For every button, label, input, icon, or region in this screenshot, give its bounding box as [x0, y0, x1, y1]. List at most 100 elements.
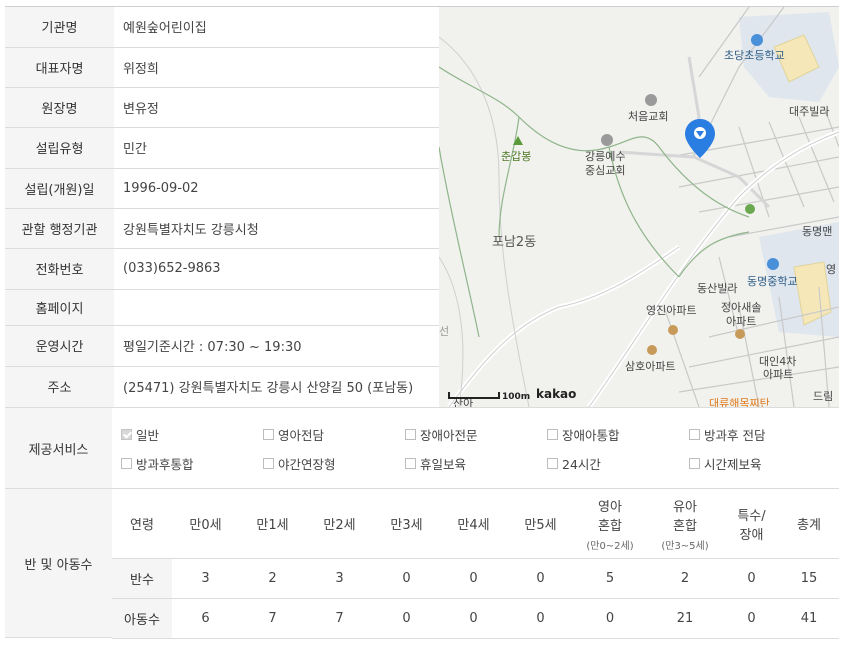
cell: 0: [373, 558, 440, 599]
cell: 7: [306, 598, 373, 639]
services-label: 제공서비스: [5, 408, 112, 489]
col-header: 특수/장애: [724, 489, 779, 559]
checkbox[interactable]: [263, 458, 274, 469]
map-label: 동명맨: [802, 225, 832, 238]
map-label: 선: [439, 325, 449, 338]
checkbox[interactable]: [121, 458, 132, 469]
cell: 0: [440, 598, 507, 639]
service-24h[interactable]: 24시간: [547, 454, 601, 473]
service-afterschool-integrated[interactable]: 방과후통합: [121, 454, 194, 473]
services-list: 일반 영아전담 장애아전문 장애아통합 방과후 전담 방과후통합 야간연장형 휴…: [112, 408, 839, 489]
homepage-link[interactable]: [114, 289, 439, 326]
info-row: 운영시간 평일기준시간 : 07:30 ~ 19:30: [5, 325, 439, 367]
apartment-icon: [668, 325, 678, 335]
checkbox[interactable]: [547, 458, 558, 469]
checkbox[interactable]: [405, 429, 416, 440]
cell: 2: [646, 558, 724, 599]
info-value: 예원숲어린이집: [114, 7, 439, 48]
cell: 5: [574, 558, 646, 599]
col-header: 유아 혼합 (만3~5세): [646, 489, 724, 559]
cell: 0: [507, 558, 574, 599]
col-header: 만1세: [239, 489, 306, 559]
map-label: 포남2동: [492, 235, 536, 250]
info-row: 기관명 예원숲어린이집: [5, 7, 439, 48]
checkbox[interactable]: [405, 458, 416, 469]
location-map[interactable]: 초당초등학교 처음교회 대주빌라 춘갑봉 강릉예수 중심교회 포남2동 동명맨 …: [439, 7, 839, 408]
col-header: 연령: [112, 489, 172, 559]
service-label: 장애아전문: [420, 428, 478, 443]
checkbox[interactable]: [547, 429, 558, 440]
phone-value: (033)652-9863: [114, 248, 439, 290]
info-table: 기관명 예원숲어린이집 대표자명 위정희 원장명 변유정 설립유형 민간 설립(개원)일…: [5, 7, 439, 408]
classes-header-row: 연령 만0세 만1세 만2세 만3세 만4세 만5세 영아 혼합 (만0~2세) 유…: [112, 489, 839, 559]
info-row: 전화번호 (033)652-9863: [5, 248, 439, 290]
cell: 3: [306, 558, 373, 599]
info-row: 설립(개원)일 1996-09-02: [5, 168, 439, 209]
checkbox[interactable]: [263, 429, 274, 440]
service-infant[interactable]: 영아전담: [263, 425, 324, 444]
col-header: 총계: [779, 489, 839, 559]
info-value: 강원특별자치도 강릉시청: [114, 208, 439, 249]
map-label: 영: [826, 263, 836, 276]
child-count-row: 아동수 6 7 7 0 0 0 0 21 0 41: [112, 598, 839, 639]
row-label: 반수: [112, 558, 172, 599]
service-label: 휴일보육: [420, 457, 467, 472]
service-disability-special[interactable]: 장애아전문: [405, 425, 478, 444]
cell: 0: [373, 598, 440, 639]
cell: 0: [724, 598, 779, 639]
col-header: 만4세: [440, 489, 507, 559]
service-label: 영아전담: [278, 428, 325, 443]
church-icon: [601, 134, 613, 146]
service-label: 일반: [136, 428, 160, 443]
map-label: 정아새솔: [721, 301, 761, 314]
cell: 0: [574, 598, 646, 639]
classes-table: 연령 만0세 만1세 만2세 만3세 만4세 만5세 영아 혼합 (만0~2세) 유…: [112, 489, 839, 639]
checkbox[interactable]: [689, 429, 700, 440]
map-label: 대류해목찌탄: [709, 396, 770, 407]
map-label: 동명중학교: [747, 275, 798, 288]
info-value: 평일기준시간 : 07:30 ~ 19:30: [114, 325, 439, 367]
checkbox[interactable]: [689, 458, 700, 469]
check-icon[interactable]: [121, 429, 132, 440]
service-label: 시간제보육: [704, 457, 762, 472]
class-count-row: 반수 3 2 3 0 0 0 5 2 0 15: [112, 558, 839, 599]
scale-label: 100m: [502, 392, 530, 402]
service-general[interactable]: 일반: [121, 425, 159, 444]
col-header: 만3세: [373, 489, 440, 559]
service-label: 장애아통합: [562, 428, 620, 443]
info-value: 위정희: [114, 47, 439, 88]
service-label: 방과후통합: [136, 457, 194, 472]
church-icon: [645, 94, 657, 106]
map-label: 대주빌라: [789, 105, 829, 118]
map-label: 대인4차: [759, 355, 796, 368]
info-label: 설립유형: [5, 127, 114, 169]
info-value: 변유정: [114, 87, 439, 128]
col-header: 만2세: [306, 489, 373, 559]
service-label: 야간연장형: [278, 457, 336, 472]
kakao-logo: kakao: [536, 387, 576, 401]
service-afterschool[interactable]: 방과후 전담: [689, 425, 765, 444]
info-label: 기관명: [5, 7, 114, 48]
col-header: 영아 혼합 (만0~2세): [574, 489, 646, 559]
info-row: 홈페이지: [5, 289, 439, 326]
service-holiday[interactable]: 휴일보육: [405, 454, 466, 473]
col-header: 만0세: [172, 489, 239, 559]
map-label: 동산빌라: [697, 282, 737, 295]
daycare-detail-page: 기관명 예원숲어린이집 대표자명 위정희 원장명 변유정 설립유형 민간 설립(개원)일…: [0, 0, 847, 646]
apartment-icon: [735, 329, 745, 339]
cell: 3: [172, 558, 239, 599]
apartment-icon: [647, 345, 657, 355]
info-row: 설립유형 민간: [5, 127, 439, 169]
service-disability-integrated[interactable]: 장애아통합: [547, 425, 620, 444]
address-value: (25471) 강원특별자치도 강릉시 산양길 50 (포남동): [114, 366, 439, 408]
service-night[interactable]: 야간연장형: [263, 454, 336, 473]
map-canvas[interactable]: 초당초등학교 처음교회 대주빌라 춘갑봉 강릉예수 중심교회 포남2동 동명맨 …: [439, 7, 839, 407]
info-value: 민간: [114, 127, 439, 169]
cell: 41: [779, 598, 839, 639]
info-label: 원장명: [5, 87, 114, 128]
cell: 15: [779, 558, 839, 599]
cell: 0: [440, 558, 507, 599]
info-row: 주소 (25471) 강원특별자치도 강릉시 산양길 50 (포남동): [5, 366, 439, 408]
map-label: 아파트: [763, 368, 793, 381]
service-hourly[interactable]: 시간제보육: [689, 454, 762, 473]
